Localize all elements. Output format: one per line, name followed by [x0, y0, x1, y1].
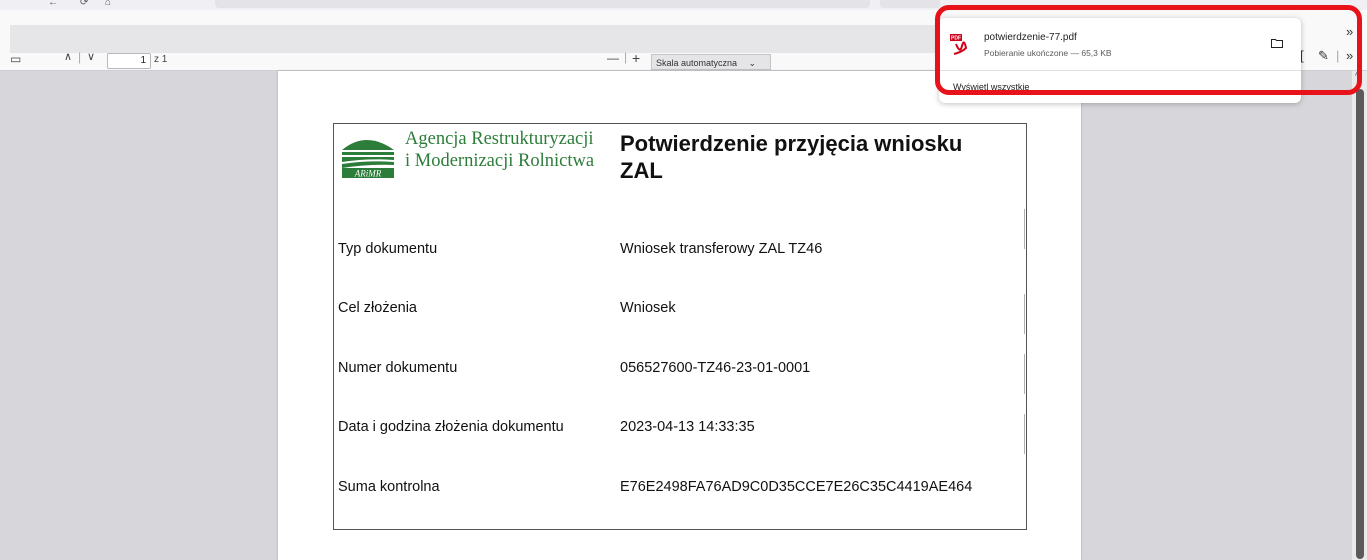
sidebar-toggle-icon[interactable]: ▭: [10, 52, 21, 66]
logo-text: ARiMR: [354, 169, 382, 179]
row-label-checksum: Suma kontrolna: [338, 479, 440, 495]
pdf-file-icon: PDF: [950, 34, 968, 55]
row-label-date: Data i godzina złożenia dokumentu: [338, 419, 564, 435]
svg-text:PDF: PDF: [951, 36, 961, 42]
row-value-checksum: E76E2498FA76AD9C0D35CCE7E26C35C4419AE464: [620, 479, 973, 495]
previous-page-icon[interactable]: ∧: [64, 50, 72, 63]
scroll-up-icon[interactable]: ^: [1355, 71, 1360, 82]
folder-icon[interactable]: [1271, 38, 1283, 48]
row-label-type: Typ dokumentu: [338, 241, 438, 257]
row-divider: [1024, 354, 1025, 394]
row-value-number: 056527600-TZ46-23-01-0001: [620, 360, 811, 376]
home-icon[interactable]: ⌂: [105, 0, 111, 8]
search-bar[interactable]: [880, 0, 940, 8]
row-divider: [1024, 294, 1025, 334]
confirmation-frame: ARiMR Agencja Restrukturyzacji i Moderni…: [333, 123, 1027, 530]
address-bar[interactable]: [215, 0, 870, 8]
pdf-page: ARiMR Agencja Restrukturyzacji i Moderni…: [278, 71, 1081, 560]
zoom-out-button[interactable]: —: [607, 51, 619, 65]
panel-divider: [939, 70, 1301, 71]
download-status: Pobieranie ukończone — 65,3 KB: [984, 48, 1112, 58]
row-value-date: 2023-04-13 14:33:35: [620, 419, 755, 435]
row-divider: [1024, 414, 1025, 454]
title-line-2: ZAL: [620, 158, 663, 183]
page-number-input[interactable]: 1: [107, 53, 151, 69]
reload-icon[interactable]: ⟳: [80, 0, 88, 8]
row-value-type: Wniosek transferowy ZAL TZ46: [620, 241, 823, 257]
toolbar-separator: |: [1336, 48, 1340, 63]
scrollbar-thumb[interactable]: [1356, 89, 1364, 559]
agency-line-2: i Modernizacji Rolnictwa: [405, 151, 595, 171]
show-all-downloads-link[interactable]: Wyświetl wszystkie: [953, 82, 1029, 92]
toolbar-separator: |: [78, 50, 82, 64]
chevron-down-icon: ⌄: [748, 58, 756, 68]
row-value-purpose: Wniosek: [620, 300, 676, 316]
zoom-select[interactable]: Skala automatyczna ⌄: [651, 54, 771, 70]
draw-pen-icon[interactable]: ✎: [1318, 48, 1329, 64]
zoom-value: Skala automatyczna: [656, 58, 738, 68]
agency-line-1: Agencja Restrukturyzacji: [405, 129, 594, 149]
next-page-icon[interactable]: ∨: [87, 50, 95, 63]
overflow-chevron-icon[interactable]: »: [1346, 24, 1353, 39]
document-title: Potwierdzenie przyjęcia wniosku ZAL: [620, 130, 1000, 184]
vertical-scrollbar[interactable]: ^: [1352, 71, 1367, 560]
page-total: z 1: [154, 54, 168, 65]
arimr-logo: ARiMR: [338, 128, 400, 178]
zoom-in-button[interactable]: +: [632, 50, 640, 66]
toolbar-separator: |: [624, 50, 628, 64]
agency-name: Agencja Restrukturyzacji i Modernizacji …: [405, 128, 594, 172]
back-icon[interactable]: ←: [48, 0, 58, 8]
title-line-1: Potwierdzenie przyjęcia wniosku: [620, 131, 963, 156]
row-divider: [1024, 209, 1025, 249]
download-file-name[interactable]: potwierdzenie-77.pdf: [984, 32, 1077, 43]
row-label-number: Numer dokumentu: [338, 360, 458, 376]
downloads-panel: PDF potwierdzenie-77.pdf Pobieranie ukoń…: [939, 18, 1301, 103]
row-label-purpose: Cel złożenia: [338, 300, 417, 316]
tools-menu-icon[interactable]: »: [1346, 48, 1353, 63]
